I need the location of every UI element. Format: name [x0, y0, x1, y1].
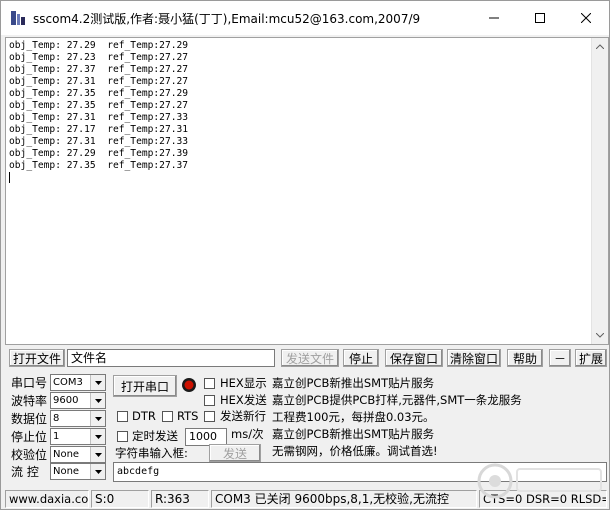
vertical-scrollbar[interactable]	[591, 38, 608, 344]
port-value: COM3	[53, 377, 83, 388]
port-select[interactable]: COM3	[50, 374, 106, 391]
text-cursor	[9, 172, 10, 183]
stop-bits-value: 1	[53, 431, 60, 442]
send-file-button[interactable]: 发送文件	[281, 349, 339, 367]
file-name-field[interactable]: 文件名	[67, 349, 275, 367]
stop-bits-select[interactable]: 1	[50, 428, 106, 445]
save-window-button[interactable]: 保存窗口	[385, 349, 443, 367]
chevron-down-icon	[90, 375, 105, 390]
close-button[interactable]	[563, 1, 609, 35]
stop-bits-label: 停止位	[11, 430, 48, 444]
parity-select[interactable]: None	[50, 446, 106, 463]
chevron-down-icon	[90, 464, 105, 479]
hex-display-checkbox[interactable]	[204, 378, 215, 389]
port-label: 串口号	[11, 376, 48, 390]
clear-window-button[interactable]: 清除窗口	[447, 349, 501, 367]
data-bits-value: 8	[53, 413, 60, 424]
rts-label: RTS	[177, 409, 199, 423]
website-link[interactable]: www.daxia.com	[5, 490, 89, 508]
receive-text: obj_Temp: 27.29 ref_Temp:27.29 obj_Temp:…	[9, 40, 189, 171]
app-window: sscom4.2测试版,作者:聂小猛(丁丁),Email:mcu52@163.c…	[0, 0, 610, 510]
chevron-down-icon	[596, 333, 604, 338]
chevron-down-icon	[90, 411, 105, 426]
ad-line-3[interactable]: 工程费100元，每拼盘0.03元。	[272, 409, 435, 425]
parity-label: 校验位	[11, 448, 48, 462]
chevron-down-icon	[90, 393, 105, 408]
baud-value: 9600	[53, 395, 79, 406]
scroll-up-button[interactable]	[592, 38, 608, 55]
ad-line-4[interactable]: 嘉立创PCB新推出SMT贴片服务	[272, 426, 434, 442]
minimize-button[interactable]	[471, 1, 517, 35]
ad-line-2[interactable]: 嘉立创PCB提供PCB打样,元器件,SMT一条龙服务	[272, 392, 522, 408]
expand-button[interactable]: 扩展	[575, 349, 607, 367]
watermark-logo-icon	[477, 463, 602, 499]
hex-send-checkbox[interactable]	[204, 395, 215, 406]
rts-checkbox[interactable]	[162, 411, 173, 422]
parity-value: None	[53, 449, 80, 460]
interval-unit-label: ms/次	[231, 427, 264, 441]
send-button[interactable]: 发送	[209, 444, 261, 462]
sent-count: S:0	[91, 490, 149, 508]
dtr-label: DTR	[132, 409, 156, 423]
receive-textarea[interactable]: obj_Temp: 27.29 ref_Temp:27.29 obj_Temp:…	[5, 37, 609, 345]
send-newline-checkbox[interactable]	[204, 411, 215, 422]
hex-display-label: HEX显示	[220, 376, 267, 390]
port-status-indicator-icon	[182, 378, 196, 392]
port-state: COM3 已关闭 9600bps,8,1,无校验,无流控	[211, 490, 477, 508]
ad-line-5[interactable]: 无需钢网，价格低廉。调试首选!	[272, 443, 438, 459]
flow-select[interactable]: None	[50, 463, 106, 480]
maximize-icon	[535, 13, 545, 23]
minimize-icon	[489, 17, 499, 19]
baud-select[interactable]: 9600	[50, 392, 106, 409]
app-icon	[11, 11, 25, 25]
collapse-button[interactable]: －	[549, 349, 571, 367]
timed-send-checkbox[interactable]	[117, 431, 128, 442]
title-bar: sscom4.2测试版,作者:聂小猛(丁丁),Email:mcu52@163.c…	[1, 1, 609, 35]
received-count: R:363	[151, 490, 209, 508]
dtr-checkbox[interactable]	[117, 411, 128, 422]
send-newline-label: 发送新行	[220, 409, 266, 423]
help-button[interactable]: 帮助	[507, 349, 543, 367]
stop-button[interactable]: 停止	[343, 349, 379, 367]
chevron-down-icon	[90, 447, 105, 462]
open-port-button[interactable]: 打开串口	[113, 375, 177, 397]
ad-line-1[interactable]: 嘉立创PCB新推出SMT贴片服务	[272, 375, 434, 391]
scroll-down-button[interactable]	[592, 327, 608, 344]
chevron-down-icon	[90, 429, 105, 444]
timed-send-label: 定时发送	[132, 429, 178, 443]
input-label: 字符串输入框:	[115, 446, 188, 460]
baud-label: 波特率	[11, 394, 48, 408]
flow-label: 流 控	[11, 465, 39, 479]
open-file-button[interactable]: 打开文件	[9, 349, 65, 367]
maximize-button[interactable]	[517, 1, 563, 35]
data-bits-label: 数据位	[11, 412, 48, 426]
hex-send-label: HEX发送	[220, 393, 267, 407]
close-icon	[581, 13, 591, 23]
data-bits-select[interactable]: 8	[50, 410, 106, 427]
chevron-up-icon	[596, 44, 604, 49]
flow-value: None	[53, 466, 80, 477]
window-title: sscom4.2测试版,作者:聂小猛(丁丁),Email:mcu52@163.c…	[33, 12, 421, 26]
